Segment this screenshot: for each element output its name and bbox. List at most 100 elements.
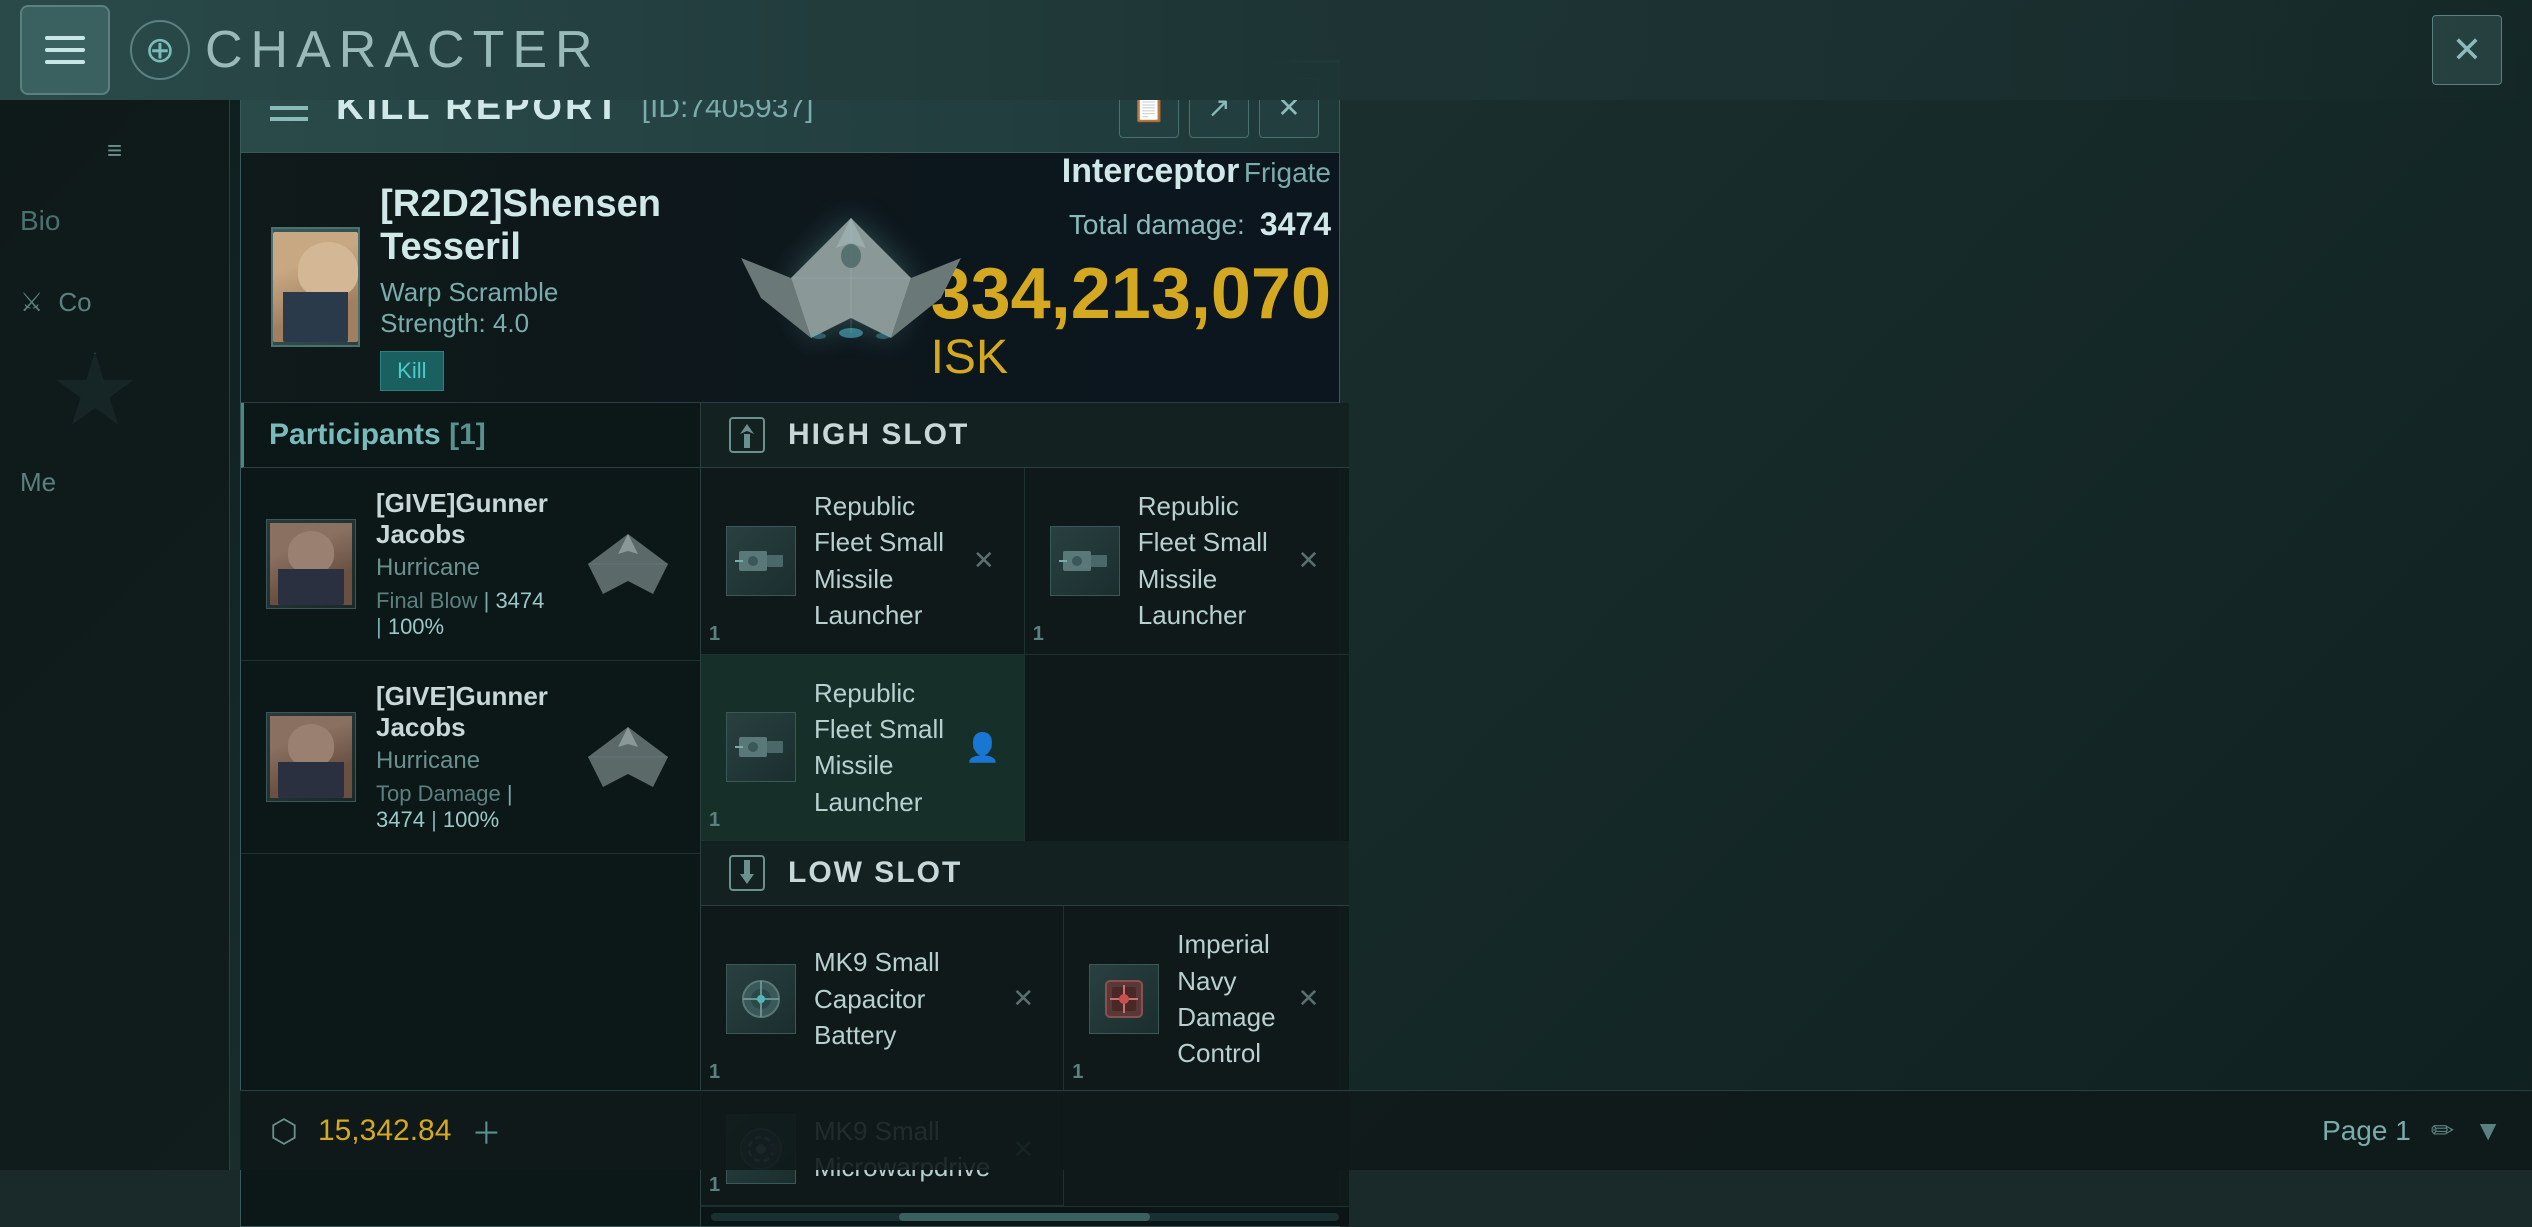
wallet-icon: ⬡ [270, 1112, 298, 1150]
sidebar: ≡ Bio ⚔ Co Me [0, 100, 230, 1170]
participant-info-1: [GIVE]Gunner Jacobs Hurricane Final Blow… [376, 488, 548, 640]
high-slot-header: High Slot [701, 403, 1349, 468]
total-damage-row: Total damage: 3474 [1069, 206, 1331, 243]
low-slot-name-2: Imperial Navy Damage Control [1177, 926, 1275, 1072]
victim-name: [R2D2]Shensen Tesseril [380, 183, 661, 269]
slot-name-2: Republic Fleet Small Missile Launcher [1138, 488, 1276, 634]
low-slot-count-3: 1 [709, 1174, 720, 1197]
stat-label-1: Final Blow [376, 588, 477, 613]
participants-header: Participants [1] [241, 403, 700, 468]
victim-face [273, 232, 358, 342]
stat-label-2: Top Damage [376, 781, 501, 806]
victim-name-section: [R2D2]Shensen Tesseril Warp Scramble Str… [380, 183, 661, 391]
slot-icon-1 [726, 526, 796, 596]
star-icon [55, 352, 135, 432]
kill-report-window: KILL REPORT [ID:7405937] 📋 ↗ ✕ [R2D2]She… [240, 60, 1340, 1227]
scrollbar-thumb [899, 1213, 1150, 1221]
total-damage-label: Total damage: [1069, 209, 1245, 241]
low-slot-icon-2 [1089, 964, 1159, 1034]
high-slot-icon [726, 414, 768, 456]
page-info: Page 1 [2322, 1115, 2411, 1147]
low-slot-header: Low Slot [701, 841, 1349, 906]
stat-damage-2: 3474 [376, 807, 425, 832]
top-close-button[interactable]: ✕ [2432, 15, 2502, 85]
sidebar-menu-button[interactable]: ≡ [25, 120, 205, 180]
ship-section [691, 153, 1011, 402]
participants-title: Participants [1] [269, 418, 486, 452]
participant-ship-img-2 [568, 717, 688, 797]
victim-warp: Warp Scramble Strength: 4.0 [380, 277, 661, 339]
slot-name-3: Republic Fleet Small Missile Launcher [814, 675, 949, 821]
character-nav: ⊕ CHARACTER [130, 20, 601, 80]
svg-text:+: + [755, 992, 764, 1009]
participant-face-2 [270, 716, 352, 798]
balance-value: 15,342.84 [318, 1114, 451, 1148]
filter-icon[interactable]: ▼ [2474, 1115, 2502, 1147]
low-slot-icon [726, 852, 768, 894]
low-slot-count-1: 1 [709, 1061, 720, 1084]
damage-value: 3474 [1260, 206, 1331, 243]
high-slot-item-2[interactable]: 1 Republic Fleet Small Missile Launcher … [1025, 468, 1349, 655]
hamburger-icon [45, 36, 85, 64]
kr-stats-section: Condor II Interceptor Frigate Total dama… [1011, 153, 1339, 402]
slot-icon-3 [726, 712, 796, 782]
participant-ship-1: Hurricane [376, 554, 548, 582]
swords-icon: ⚔ [20, 287, 43, 318]
edit-icon[interactable]: ✏ [2431, 1114, 2454, 1147]
slot-close-2[interactable]: ✕ [1294, 546, 1324, 576]
slot-count-2: 1 [1033, 623, 1044, 646]
slot-close-1[interactable]: ✕ [969, 546, 999, 576]
slot-name-1: Republic Fleet Small Missile Launcher [814, 488, 951, 634]
scrollbar-track [711, 1213, 1339, 1221]
stat-sep2-1: | [376, 614, 388, 639]
high-slot-item-1[interactable]: 1 Republic Fleet Small Missile Launcher … [701, 468, 1025, 655]
participant-avatar-1 [266, 519, 356, 609]
slot-person-3: 👤 [967, 731, 999, 763]
participant-item-1[interactable]: [GIVE]Gunner Jacobs Hurricane Final Blow… [241, 468, 700, 661]
ship-svg [711, 198, 991, 358]
high-slots-grid: 1 Republic Fleet Small Missile Launcher … [701, 468, 1349, 841]
victim-info: [R2D2]Shensen Tesseril Warp Scramble Str… [241, 153, 691, 402]
app-title: CHARACTER [205, 20, 601, 80]
slot-icon-2 [1050, 526, 1120, 596]
sidebar-me-label: Me [20, 467, 56, 498]
low-slot-item-1[interactable]: 1 + MK9 Small Capacitor Battery ✕ [701, 906, 1064, 1093]
participant-face-1 [270, 523, 352, 605]
participant-info-2: [GIVE]Gunner Jacobs Hurricane Top Damage… [376, 681, 548, 833]
participant-item-2[interactable]: [GIVE]Gunner Jacobs Hurricane Top Damage… [241, 661, 700, 854]
stat-damage-1: 3474 [495, 588, 544, 613]
kill-report-top: [R2D2]Shensen Tesseril Warp Scramble Str… [241, 153, 1339, 403]
vitruvian-icon: ⊕ [130, 20, 190, 80]
kill-badge: Kill [380, 351, 443, 391]
participant-avatar-2 [266, 712, 356, 802]
sidebar-menu-icon: ≡ [107, 135, 122, 166]
low-slot-item-2[interactable]: 1 Imperial Navy Damage Control ✕ [1064, 906, 1348, 1093]
sidebar-item-combat[interactable]: ⚔ Co [0, 262, 190, 342]
sidebar-bio-section: Bio [0, 190, 229, 252]
low-slot-count-2: 1 [1072, 1061, 1083, 1084]
sidebar-combat-label: Co [58, 287, 91, 318]
participant-name-1: [GIVE]Gunner Jacobs [376, 488, 548, 550]
stat-sep-1: | [484, 588, 496, 613]
sidebar-item-me[interactable]: Me [0, 442, 190, 522]
low-slot-title: Low Slot [788, 856, 962, 890]
scrollbar-area[interactable] [701, 1206, 1349, 1226]
victim-row: [R2D2]Shensen Tesseril Warp Scramble Str… [271, 183, 661, 391]
sidebar-item-medals[interactable] [0, 352, 190, 432]
low-slot-close-2[interactable]: ✕ [1294, 984, 1324, 1014]
participants-count: [1] [449, 418, 486, 451]
slot-count-1: 1 [709, 623, 720, 646]
stat-pct-2: 100% [443, 807, 499, 832]
low-slot-icon-1: + [726, 964, 796, 1034]
low-slot-name-1: MK9 Small Capacitor Battery [814, 944, 990, 1053]
high-slot-item-3[interactable]: 1 Republic Fleet Small Missile Launcher … [701, 655, 1025, 842]
participant-ship-img-1 [568, 524, 688, 604]
high-slot-title: High Slot [788, 418, 969, 452]
ship-name-type: Condor II Interceptor Frigate [1041, 153, 1331, 191]
stat-sep-2: | [507, 781, 513, 806]
add-funds-icon[interactable]: ＋ [471, 1109, 501, 1153]
menu-button[interactable] [20, 5, 110, 95]
slot-count-3: 1 [709, 809, 720, 832]
ship-type: Frigate [1244, 157, 1331, 188]
low-slot-close-1[interactable]: ✕ [1008, 984, 1038, 1014]
